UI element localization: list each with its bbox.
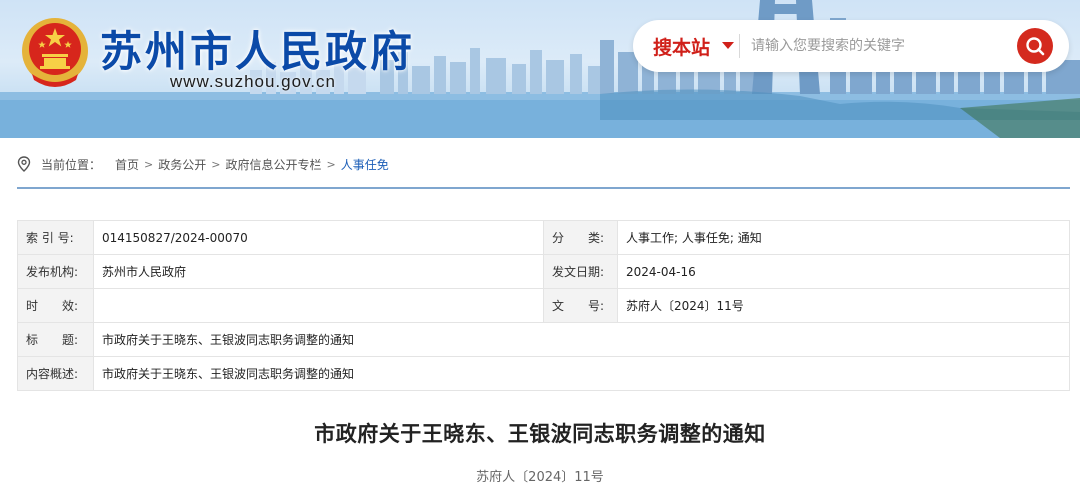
publisher-label: 发布机构: (17, 254, 94, 289)
summary-value: 市政府关于王晓东、王银波同志职务调整的通知 (93, 356, 1070, 391)
index-label: 索 引 号: (17, 220, 94, 255)
breadcrumb-divider (17, 187, 1070, 189)
category-label: 分 类: (543, 220, 618, 255)
breadcrumb-separator: > (326, 157, 336, 171)
location-pin-icon (17, 156, 31, 172)
docno-label: 文 号: (543, 288, 618, 323)
breadcrumb-prefix: 当前位置： (41, 157, 102, 172)
search-divider (739, 34, 740, 58)
search-scope-selector[interactable]: 搜本站 (653, 33, 710, 60)
table-row: 标 题: 市政府关于王晓东、王银波同志职务调整的通知 (17, 322, 1070, 357)
table-row: 内容概述: 市政府关于王晓东、王银波同志职务调整的通知 (17, 356, 1070, 391)
search-box: 搜本站 (633, 20, 1069, 72)
breadcrumb: 当前位置： 首页 > 政务公开 > 政府信息公开专栏 > 人事任免 (17, 154, 389, 174)
table-row: 索 引 号: 014150827/2024-00070 分 类: 人事工作; 人… (17, 220, 1070, 255)
caret-down-icon[interactable] (722, 42, 734, 49)
date-value: 2024-04-16 (617, 254, 1070, 289)
table-row: 发布机构: 苏州市人民政府 发文日期: 2024-04-16 (17, 254, 1070, 289)
search-button[interactable] (1017, 28, 1053, 64)
document-meta-table: 索 引 号: 014150827/2024-00070 分 类: 人事工作; 人… (17, 220, 1070, 391)
docno-value: 苏府人〔2024〕11号 (617, 288, 1070, 323)
validity-label: 时 效: (17, 288, 94, 323)
article-doc-number: 苏府人〔2024〕11号 (476, 470, 604, 485)
search-input[interactable] (751, 32, 1001, 60)
summary-label: 内容概述: (17, 356, 94, 391)
header-banner: 苏州市人民政府 www.suzhou.gov.cn 搜本站 (0, 0, 1080, 138)
breadcrumb-separator: > (211, 157, 221, 171)
breadcrumb-home-link[interactable]: 首页 (115, 156, 139, 173)
search-icon (1026, 37, 1045, 56)
breadcrumb-gov-affairs-link[interactable]: 政务公开 (158, 156, 206, 173)
index-value: 014150827/2024-00070 (93, 220, 544, 255)
validity-value (93, 288, 544, 323)
breadcrumb-current[interactable]: 人事任免 (341, 156, 389, 173)
date-label: 发文日期: (543, 254, 618, 289)
breadcrumb-separator: > (144, 157, 154, 171)
category-value: 人事工作; 人事任免; 通知 (617, 220, 1070, 255)
table-row: 时 效: 文 号: 苏府人〔2024〕11号 (17, 288, 1070, 323)
site-domain: www.suzhou.gov.cn (170, 72, 336, 91)
publisher-value: 苏州市人民政府 (93, 254, 544, 289)
title-label: 标 题: (17, 322, 94, 357)
title-value: 市政府关于王晓东、王银波同志职务调整的通知 (93, 322, 1070, 357)
national-emblem-icon (22, 18, 88, 87)
breadcrumb-info-disclosure-link[interactable]: 政府信息公开专栏 (225, 156, 321, 173)
article-title: 市政府关于王晓东、王银波同志职务调整的通知 (314, 422, 766, 446)
site-title: 苏州市人民政府 (100, 27, 416, 76)
